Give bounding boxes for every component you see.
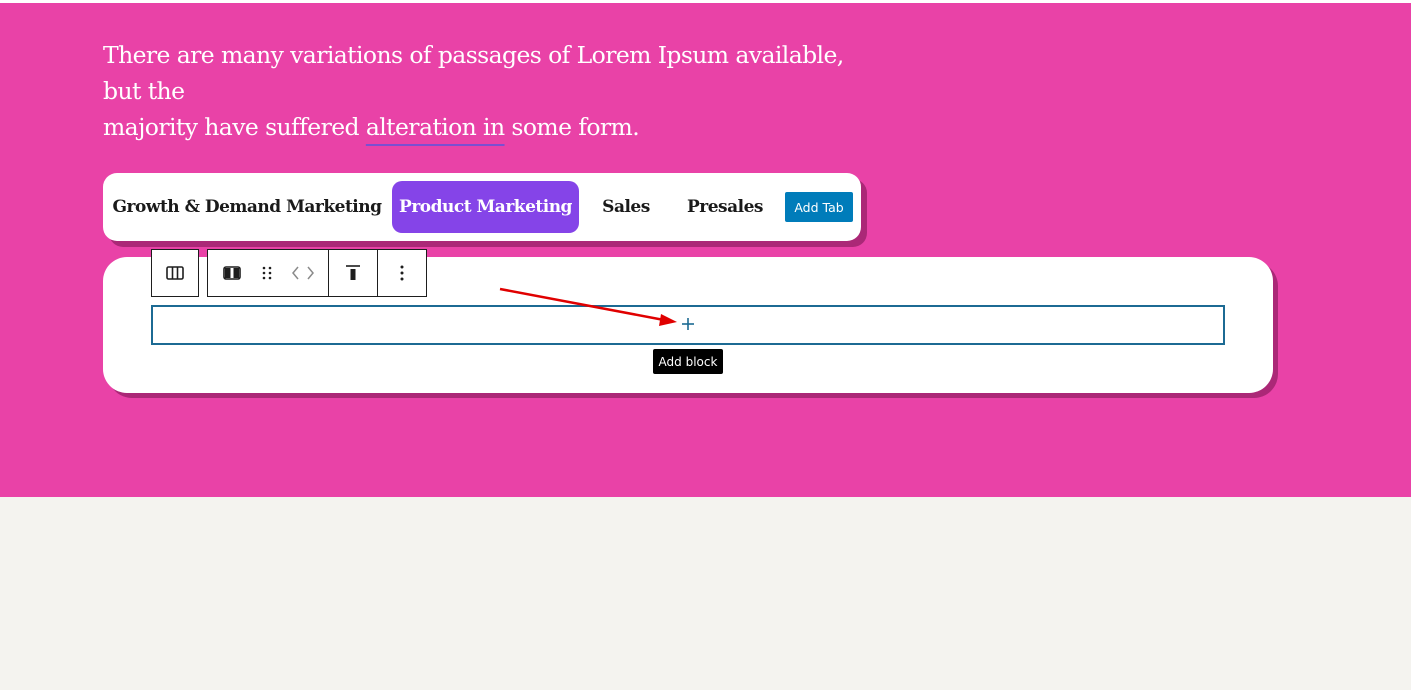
- move-block-button[interactable]: [277, 250, 329, 296]
- add-block-button[interactable]: [678, 314, 698, 334]
- tab-growth-demand-marketing[interactable]: Growth & Demand Marketing: [113, 181, 383, 233]
- plus-icon: [682, 318, 694, 330]
- intro-highlighted-text: alteration in: [365, 113, 505, 141]
- drag-handle-button[interactable]: [257, 250, 277, 296]
- vertical-align-button[interactable]: [329, 250, 377, 296]
- align-top-icon: [346, 265, 361, 280]
- intro-line-2-end: some form.: [504, 113, 640, 141]
- more-options-icon: [400, 265, 404, 281]
- intro-line-2-start: majority have suffered: [103, 113, 366, 141]
- block-toolbar: [207, 249, 427, 297]
- parent-block-toolbar-group: [151, 249, 199, 297]
- tab-sales[interactable]: Sales: [593, 181, 659, 233]
- tab-product-marketing[interactable]: Product Marketing: [392, 181, 579, 233]
- add-block-tooltip: Add block: [653, 349, 723, 374]
- intro-paragraph[interactable]: There are many variations of passages of…: [103, 37, 883, 145]
- tab-presales[interactable]: Presales: [679, 181, 771, 233]
- intro-line-1: There are many variations of passages of…: [103, 41, 844, 105]
- columns-icon: [166, 266, 184, 280]
- more-options-button[interactable]: [378, 250, 426, 296]
- page-footer-area: [0, 497, 1411, 690]
- drag-handle-icon: [262, 266, 272, 280]
- block-type-button[interactable]: [208, 250, 257, 296]
- move-arrows-icon: [291, 266, 314, 280]
- add-tab-button[interactable]: Add Tab: [785, 192, 853, 222]
- select-parent-columns-button[interactable]: [152, 250, 198, 296]
- column-icon: [223, 266, 242, 280]
- tab-bar: Growth & Demand Marketing Product Market…: [103, 173, 861, 241]
